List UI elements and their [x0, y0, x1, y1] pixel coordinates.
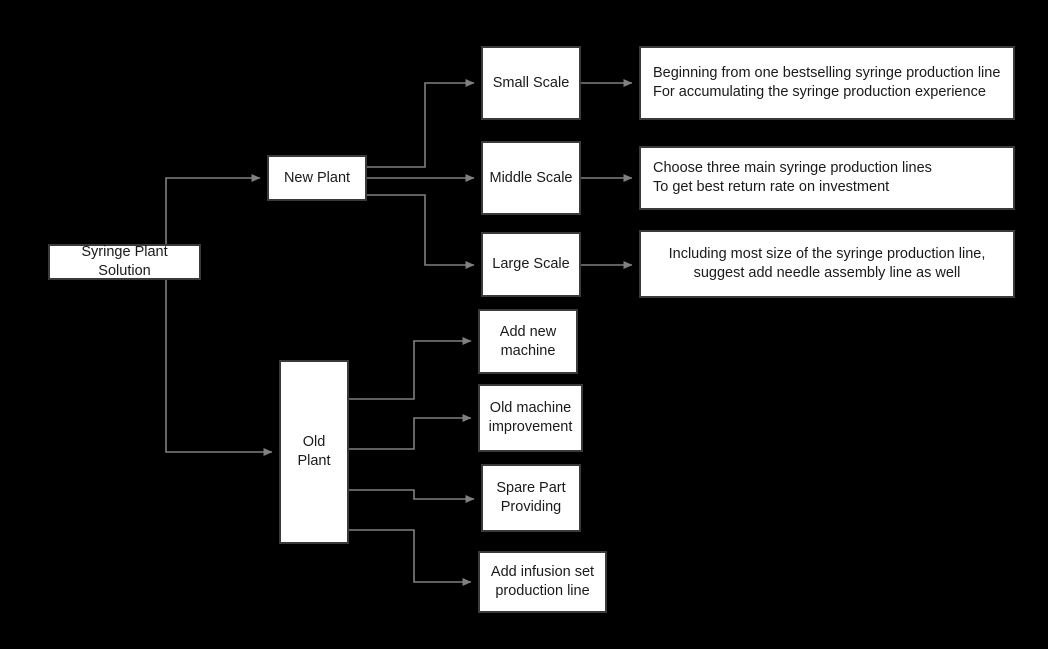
- node-large-scale[interactable]: Large Scale: [481, 232, 581, 297]
- node-label: Spare Part Providing: [496, 480, 566, 515]
- node-spare-part-providing[interactable]: Spare Part Providing: [481, 464, 581, 532]
- node-syringe-plant-solution[interactable]: Syringe Plant Solution: [48, 244, 201, 280]
- node-add-infusion-set-production-line[interactable]: Add infusion set production line: [478, 551, 607, 613]
- node-label: New Plant: [283, 169, 351, 186]
- node-old-machine-improvement[interactable]: Old machine improvement: [478, 384, 583, 452]
- node-label: Choose three main syringe production lin…: [653, 160, 932, 195]
- edge-old-plant-to-spare-part: [349, 489, 475, 503]
- node-middle-scale-description[interactable]: Choose three main syringe production lin…: [639, 146, 1015, 210]
- edge-root-to-new-plant: [165, 174, 261, 244]
- node-label: Middle Scale: [489, 169, 573, 186]
- node-label: Small Scale: [492, 74, 570, 91]
- node-large-scale-description[interactable]: Including most size of the syringe produ…: [639, 230, 1015, 298]
- edge-old-plant-to-old-machine-improvement: [349, 414, 472, 450]
- diagram-canvas: Syringe Plant Solution New Plant Old Pla…: [0, 0, 1048, 649]
- node-old-plant[interactable]: Old Plant: [279, 360, 349, 544]
- node-label: Add new machine: [499, 323, 557, 359]
- edge-old-plant-to-add-new-machine: [349, 337, 472, 400]
- node-add-new-machine[interactable]: Add new machine: [478, 309, 578, 374]
- node-label: Add infusion set production line: [490, 564, 595, 599]
- node-label: Old Plant: [297, 434, 331, 469]
- node-label: Beginning from one bestselling syringe p…: [653, 65, 1001, 100]
- edge-new-plant-to-small-scale: [367, 79, 475, 168]
- node-label: Syringe Plant Solution: [81, 244, 168, 279]
- node-new-plant[interactable]: New Plant: [267, 155, 367, 201]
- node-label: Including most size of the syringe produ…: [668, 246, 986, 281]
- node-small-scale[interactable]: Small Scale: [481, 46, 581, 120]
- edge-old-plant-to-add-infusion-set: [349, 529, 472, 586]
- edge-new-plant-to-large-scale: [367, 194, 475, 269]
- node-small-scale-description[interactable]: Beginning from one bestselling syringe p…: [639, 46, 1015, 120]
- node-label: Old machine improvement: [488, 400, 573, 435]
- node-middle-scale[interactable]: Middle Scale: [481, 141, 581, 215]
- edge-root-to-old-plant: [165, 280, 273, 456]
- node-label: Large Scale: [492, 256, 570, 273]
